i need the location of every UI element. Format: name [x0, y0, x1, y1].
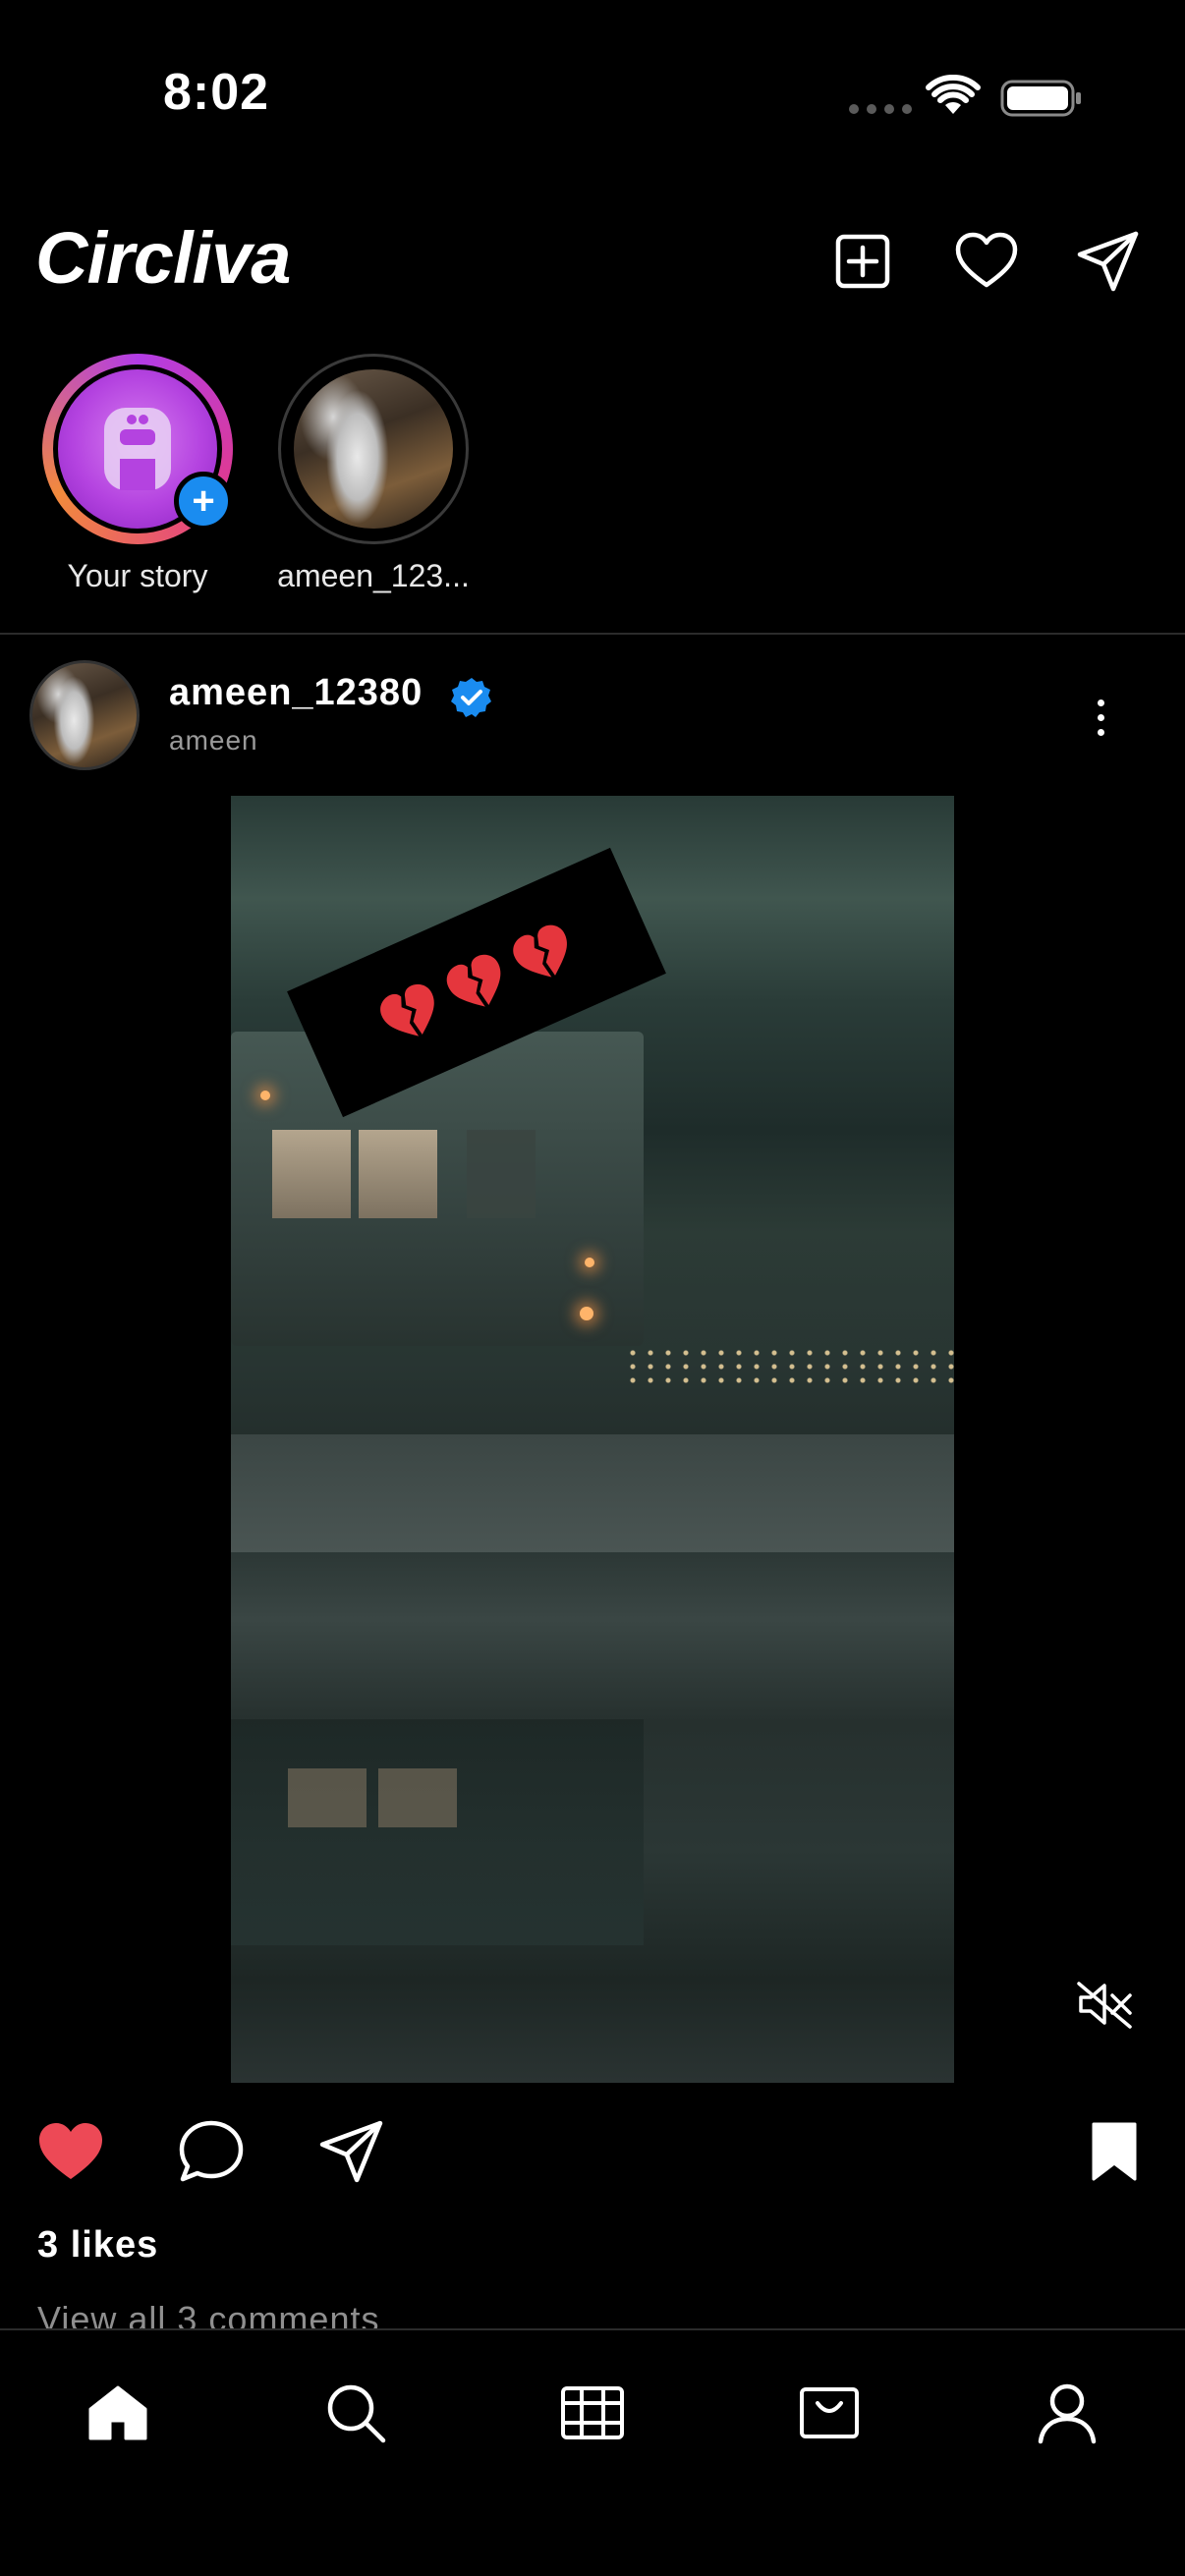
video-scene-light — [585, 1258, 594, 1267]
video-scene-reflection-window — [288, 1768, 367, 1827]
broken-heart-icon — [446, 954, 501, 1007]
comment-icon — [179, 2120, 244, 2182]
video-scene-light — [580, 1307, 593, 1320]
speaker-muted-icon — [1077, 1982, 1132, 2029]
video-scene-light — [260, 1091, 270, 1100]
mute-toggle-button[interactable] — [1071, 1975, 1140, 2034]
app-logo-title: Circliva — [35, 217, 291, 299]
more-dot — [1097, 699, 1104, 706]
video-scene-window — [467, 1130, 536, 1218]
post-header: ameen_12380 ameen — [0, 652, 1185, 780]
story-ring: + — [42, 354, 233, 544]
video-scene-window — [272, 1130, 351, 1218]
save-button[interactable] — [1075, 2112, 1154, 2191]
nav-search[interactable] — [316, 2374, 395, 2452]
search-icon — [327, 2384, 386, 2443]
heart-filled-icon — [39, 2123, 102, 2179]
story-ameen[interactable]: ameen_123... — [255, 354, 491, 594]
status-time: 8:02 — [163, 64, 270, 121]
app-letter-logo-icon — [104, 408, 171, 490]
story-your-story[interactable]: + Your story — [20, 354, 255, 594]
more-dot — [1097, 728, 1104, 736]
video-scene-reflection — [231, 1719, 644, 1945]
bookmark-filled-icon — [1092, 2122, 1137, 2181]
direct-messages-button[interactable] — [1073, 226, 1144, 297]
post-author-avatar[interactable] — [29, 660, 140, 770]
video-scene-road — [231, 1434, 954, 1552]
profile-icon — [1038, 2383, 1097, 2444]
story-label: Your story — [67, 558, 208, 593]
avatar — [289, 364, 458, 533]
video-scene-reflection-window — [378, 1768, 457, 1827]
divider — [0, 633, 1185, 635]
verified-badge-icon — [451, 678, 491, 717]
story-label: ameen_123... — [277, 558, 470, 593]
more-options-button[interactable] — [1081, 688, 1120, 747]
broken-heart-icon — [380, 983, 434, 1036]
add-story-icon[interactable]: + — [174, 472, 233, 531]
nav-profile[interactable] — [1028, 2374, 1106, 2452]
broken-heart-icon — [513, 924, 567, 978]
stories-tray: + Your story ameen_123... — [0, 354, 1185, 609]
status-bar: 8:02 — [0, 0, 1185, 187]
shop-icon — [800, 2387, 859, 2438]
notifications-button[interactable] — [951, 226, 1022, 297]
create-post-button[interactable] — [827, 226, 898, 297]
post-username[interactable]: ameen_12380 — [169, 672, 423, 714]
like-button[interactable] — [31, 2112, 110, 2191]
nav-reels[interactable] — [553, 2374, 632, 2452]
add-post-icon — [835, 234, 890, 289]
send-icon — [319, 2120, 383, 2183]
video-scene-string-lights — [624, 1346, 954, 1385]
battery-icon — [1000, 80, 1081, 117]
video-scene-window — [359, 1130, 437, 1218]
bottom-navigation — [0, 2328, 1185, 2576]
nav-shop[interactable] — [790, 2374, 869, 2452]
more-dot — [1097, 713, 1104, 721]
reels-icon — [561, 2386, 624, 2439]
wifi-icon — [926, 75, 981, 114]
heart-icon — [955, 232, 1018, 288]
share-button[interactable] — [312, 2112, 391, 2191]
app-header: Circliva — [0, 196, 1185, 324]
view-all-comments-link[interactable]: View all 3 comments — [37, 2299, 379, 2330]
comment-button[interactable] — [172, 2112, 251, 2191]
cellular-signal-icon — [849, 104, 912, 114]
story-ring — [278, 354, 469, 544]
send-icon — [1077, 231, 1139, 292]
likes-count[interactable]: 3 likes — [37, 2224, 158, 2267]
post-subname: ameen — [169, 725, 258, 756]
post-video[interactable] — [231, 796, 954, 2083]
nav-home[interactable] — [79, 2374, 157, 2452]
home-icon — [88, 2385, 147, 2440]
post-actions — [0, 2112, 1185, 2201]
